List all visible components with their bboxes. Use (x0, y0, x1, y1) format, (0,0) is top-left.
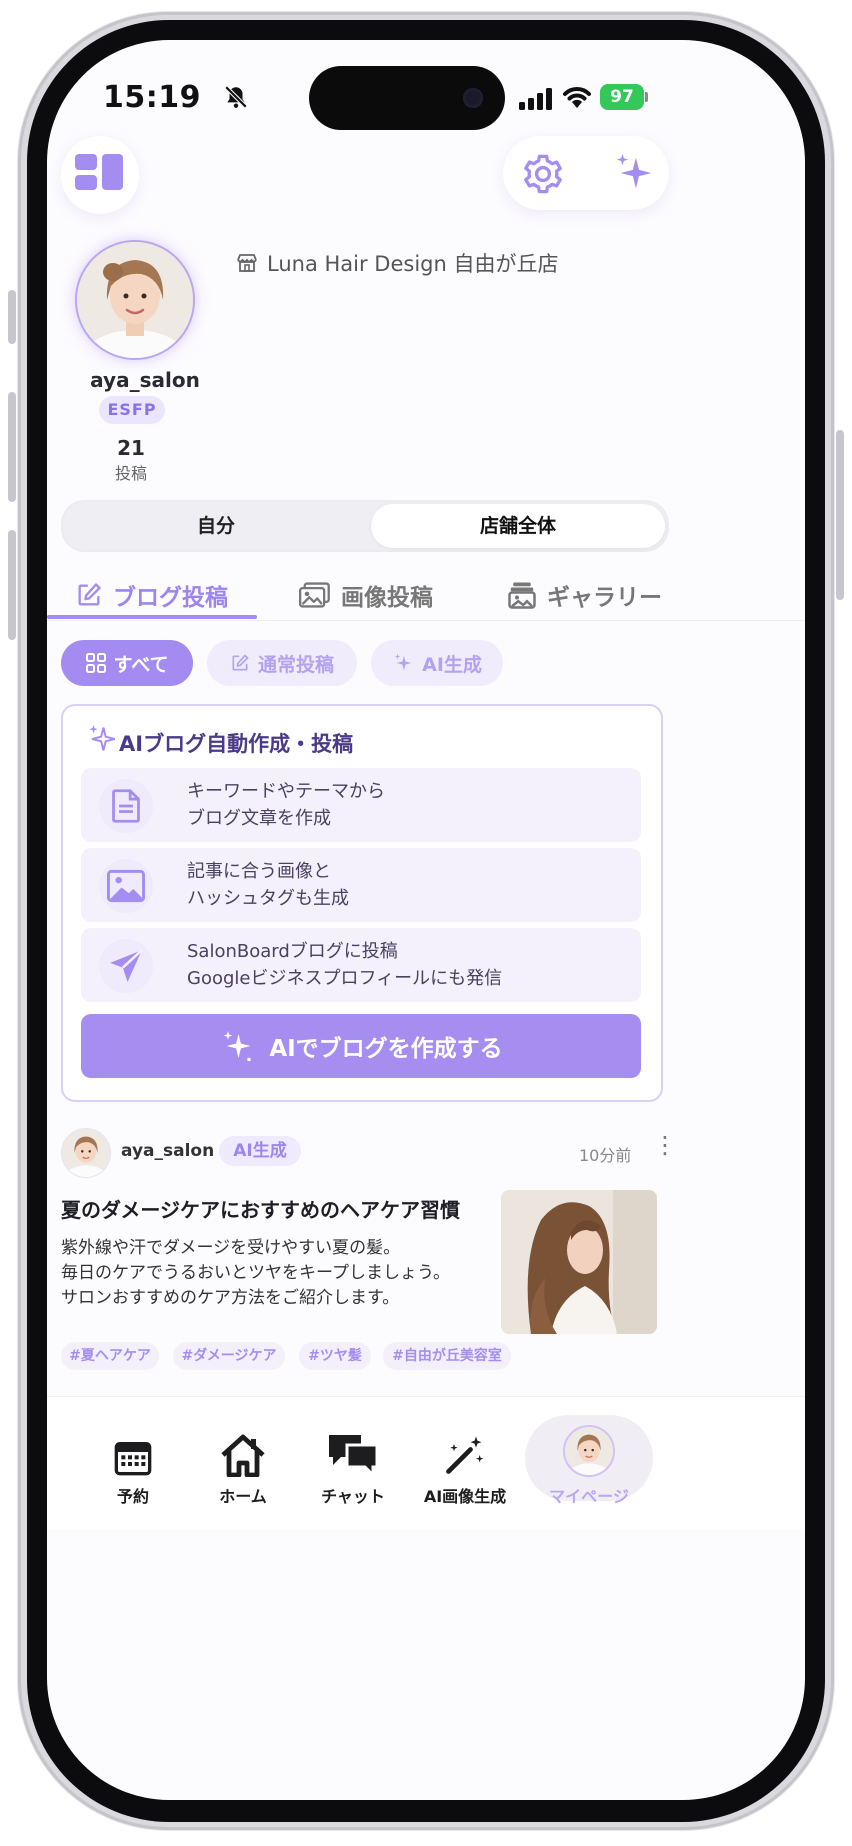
nav-label-mypage: マイページ (549, 1487, 629, 1506)
tab-gallery-label: ギャラリー (547, 585, 662, 611)
gallery-icon (508, 582, 536, 609)
sparkles-icon (223, 1031, 252, 1062)
bell-slash-icon (223, 84, 249, 114)
settings-button[interactable] (521, 152, 565, 196)
create-blog-ai-label: AIでブログを作成する (269, 1036, 503, 1062)
post-tag[interactable]: #夏ヘアケア (61, 1342, 159, 1370)
avatar-portrait (77, 242, 193, 358)
nav-item-reservation[interactable]: 予約 (83, 1425, 183, 1507)
image-icon (99, 859, 153, 913)
create-blog-ai-button[interactable]: AIでブログを作成する (81, 1014, 641, 1078)
nav-label-ai-image: AI画像生成 (423, 1487, 507, 1506)
tab-blog-posts-label: ブログ投稿 (113, 585, 228, 611)
magic-wand-icon (446, 1436, 484, 1474)
feature-text-image: 記事に合う画像と ハッシュタグも生成 (187, 861, 349, 909)
tab-gallery[interactable]: ギャラリー (507, 570, 662, 620)
battery-indicator: 97 (600, 84, 644, 110)
feature-row-image: 記事に合う画像と ハッシュタグも生成 (81, 848, 641, 922)
profile-username: aya_salon (90, 368, 200, 392)
tab-image-posts[interactable]: 画像投稿 (299, 570, 433, 620)
segment-self[interactable]: 自分 (63, 502, 369, 550)
bottom-nav: 予約 ホーム チャット AI画像生成 マイページ (47, 1396, 805, 1529)
cellular-signal-icon (519, 88, 553, 114)
header-actions (503, 136, 669, 210)
sparkles-icon (85, 722, 119, 760)
dynamic-island (309, 66, 505, 130)
tab-blog-posts[interactable]: ブログ投稿 (75, 570, 228, 620)
feature-text-write: キーワードやテーマから ブログ文章を作成 (187, 781, 385, 829)
volume-down-button (8, 530, 16, 640)
volume-up-button (8, 392, 16, 502)
post-time: 10分前 (579, 1146, 632, 1165)
content-tabs: ブログ投稿 画像投稿 ギャラリー (47, 570, 805, 621)
nav-item-ai-image[interactable]: AI画像生成 (415, 1425, 515, 1507)
feature-text-publish: SalonBoardブログに投稿 Googleビジネスプロフィールにも発信 (187, 941, 503, 989)
store-icon (237, 254, 257, 272)
feature-row-write: キーワードやテーマから ブログ文章を作成 (81, 768, 641, 842)
nav-item-mypage[interactable]: マイページ (539, 1425, 639, 1507)
ai-card-title: AIブログ自動作成・投稿 (119, 732, 354, 756)
send-icon (99, 939, 153, 993)
filter-normal-posts[interactable]: 通常投稿 (207, 640, 357, 686)
post-count-label: 投稿 (114, 464, 147, 483)
filter-ai-generated-label: AI生成 (422, 653, 482, 676)
post-excerpt: 紫外線や汗でダメージを受けやすい夏の髪。 毎日のケアでうるおいとツヤをキープしま… (61, 1238, 450, 1308)
screen: 15:19 97 aya_salon ESFP 21 投稿 Luna Hair … (47, 40, 805, 1800)
post-count: 21 (117, 436, 145, 460)
post-thumbnail[interactable] (501, 1190, 657, 1334)
tab-image-posts-label: 画像投稿 (341, 585, 433, 611)
nav-item-home[interactable]: ホーム (193, 1425, 293, 1507)
gear-icon (524, 154, 562, 194)
sparkles-icon (616, 153, 652, 189)
edit-icon (232, 654, 249, 671)
active-tab-underline (47, 615, 257, 619)
post-tag[interactable]: #自由が丘美容室 (383, 1342, 511, 1370)
dashboard-grid-icon (75, 154, 125, 198)
wifi-icon (561, 84, 593, 114)
shop-name-row: Luna Hair Design 自由が丘店 (235, 248, 558, 278)
battery-tip (645, 92, 648, 102)
document-icon (99, 779, 153, 833)
edit-icon (78, 583, 101, 606)
post-author-name[interactable]: aya_salon (121, 1141, 214, 1161)
mbti-badge: ESFP (99, 396, 165, 424)
segment-store-all[interactable]: 店舗全体 (371, 504, 665, 548)
filter-all[interactable]: すべて (61, 640, 193, 686)
avatar (563, 1425, 615, 1477)
nav-label-home: ホーム (219, 1487, 267, 1506)
dashboard-button[interactable] (61, 136, 139, 214)
post-title[interactable]: 夏のダメージケアにおすすめのヘアケア習慣 (61, 1194, 460, 1223)
post-tag[interactable]: #ダメージケア (173, 1342, 285, 1370)
profile-avatar[interactable] (75, 240, 195, 360)
nav-item-chat[interactable]: チャット (303, 1425, 403, 1507)
feature-row-publish: SalonBoardブログに投稿 Googleビジネスプロフィールにも発信 (81, 928, 641, 1002)
sparkles-icon (394, 653, 412, 671)
nav-label-chat: チャット (321, 1487, 385, 1506)
grid-icon (85, 653, 106, 673)
filter-all-label: すべて (113, 653, 169, 676)
chat-icon (329, 1435, 379, 1477)
ai-assist-button[interactable] (611, 150, 657, 196)
more-options-icon[interactable]: ⋮ (653, 1133, 677, 1157)
home-icon (221, 1434, 265, 1477)
nav-label-reservation: 予約 (116, 1487, 149, 1506)
scope-segmented-control: 自分 店舗全体 (61, 500, 669, 552)
filter-ai-generated[interactable]: AI生成 (371, 640, 503, 686)
status-time: 15:19 (103, 80, 201, 115)
filter-normal-posts-label: 通常投稿 (257, 653, 334, 676)
image-icon (299, 582, 330, 608)
action-button (8, 290, 16, 344)
post-ai-badge: AI生成 (219, 1136, 301, 1166)
post-author-avatar[interactable] (61, 1128, 111, 1178)
post-tag[interactable]: #ツヤ髪 (299, 1342, 371, 1370)
power-button (836, 430, 844, 600)
shop-name: Luna Hair Design 自由が丘店 (267, 252, 559, 276)
calendar-icon (114, 1442, 152, 1476)
